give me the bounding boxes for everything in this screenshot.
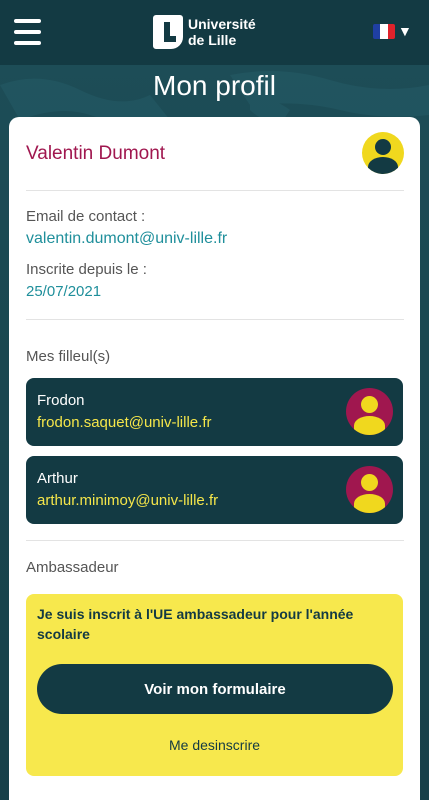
ambassador-section-label: Ambassadeur bbox=[26, 559, 119, 576]
user-avatar-icon bbox=[362, 132, 404, 174]
unsubscribe-link[interactable]: Me desinscrire bbox=[26, 737, 403, 753]
divider bbox=[26, 319, 404, 320]
registered-since-date: 25/07/2021 bbox=[26, 283, 102, 300]
godchild-name: Arthur bbox=[37, 470, 78, 487]
godchild-avatar-icon bbox=[346, 466, 393, 513]
contact-email: valentin.dumont@univ-lille.fr bbox=[26, 230, 228, 247]
top-bar: Université de Lille ▼ bbox=[0, 0, 429, 65]
menu-icon[interactable] bbox=[14, 19, 41, 45]
universite-de-lille-logo[interactable]: Université de Lille bbox=[153, 13, 256, 51]
ambassador-status-text: Je suis inscrit à l'UE ambassadeur pour … bbox=[37, 606, 354, 642]
godchild-avatar-icon bbox=[346, 388, 393, 435]
view-form-button[interactable]: Voir mon formulaire bbox=[37, 664, 393, 714]
email-label: Email de contact : bbox=[26, 208, 146, 225]
godchildren-section-label: Mes filleul(s) bbox=[26, 348, 111, 365]
profile-name: Valentin Dumont bbox=[26, 143, 166, 164]
godchild-card[interactable]: Frodon frodon.saquet@univ-lille.fr bbox=[26, 378, 403, 446]
godchild-email: arthur.minimoy@univ-lille.fr bbox=[37, 492, 219, 509]
logo-mark-icon bbox=[153, 15, 183, 49]
logo-line-2: de Lille bbox=[188, 32, 237, 48]
divider bbox=[26, 190, 404, 191]
registered-since-label: Inscrite depuis le : bbox=[26, 261, 147, 278]
language-selector[interactable]: ▼ bbox=[373, 24, 412, 39]
godchild-card[interactable]: Arthur arthur.minimoy@univ-lille.fr bbox=[26, 456, 403, 524]
french-flag-icon bbox=[373, 24, 395, 39]
logo-line-1: Université bbox=[188, 16, 256, 32]
godchild-name: Frodon bbox=[37, 392, 85, 409]
godchild-email: frodon.saquet@univ-lille.fr bbox=[37, 414, 212, 431]
profile-card: Valentin Dumont Email de contact : valen… bbox=[9, 117, 420, 800]
divider bbox=[26, 540, 404, 541]
ambassador-panel: Je suis inscrit à l'UE ambassadeur pour … bbox=[26, 594, 403, 776]
chevron-down-icon: ▼ bbox=[398, 23, 412, 39]
page-title: Mon profil bbox=[153, 70, 276, 101]
